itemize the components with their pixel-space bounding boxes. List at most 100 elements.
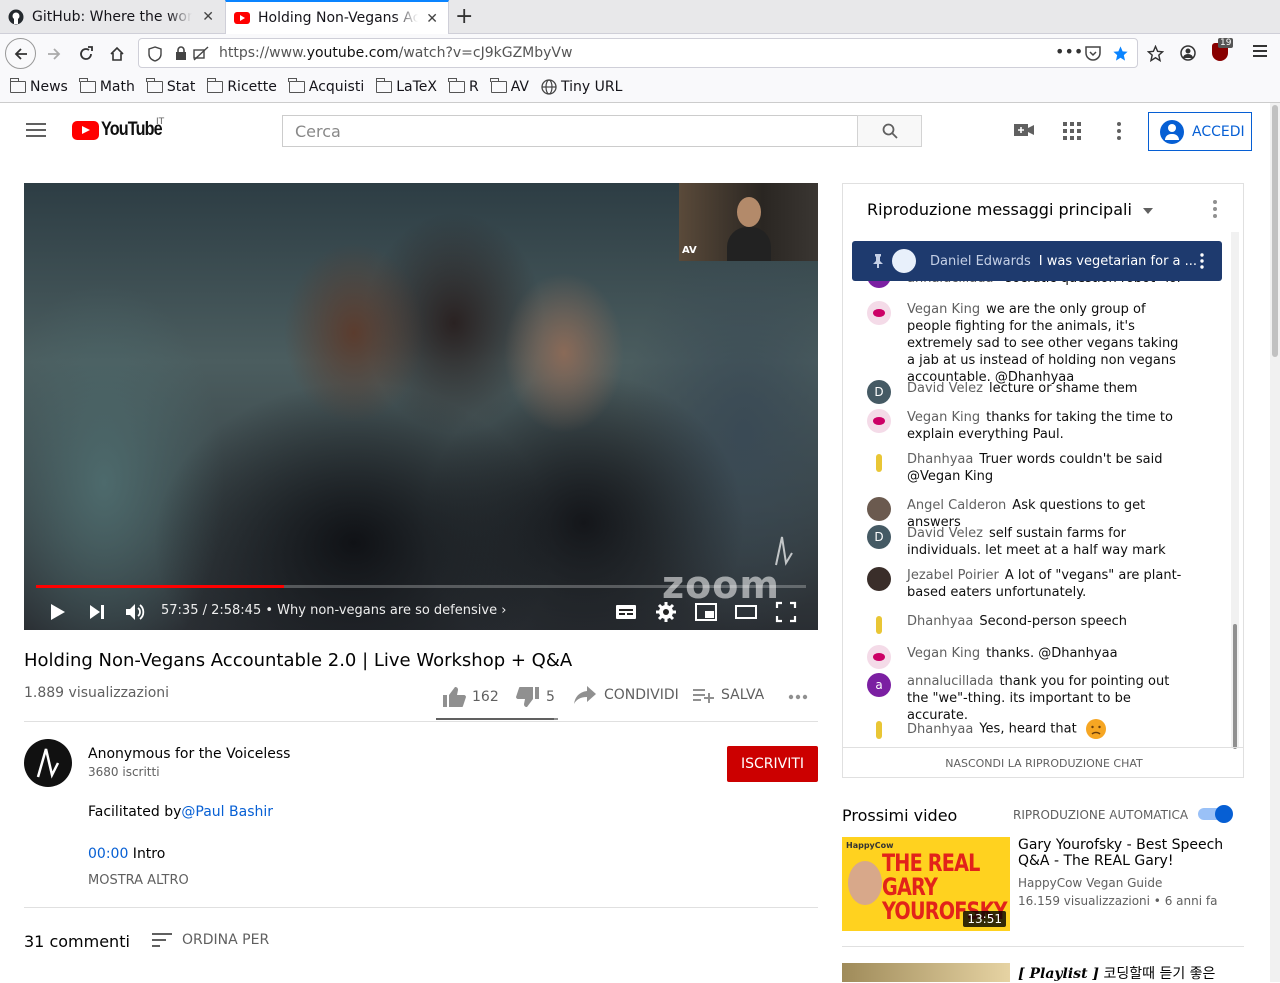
bookmark-star-icon[interactable] [1112, 45, 1129, 62]
anime-avatar [867, 645, 891, 669]
bookmark-folder-av[interactable]: AV [490, 78, 529, 95]
play-icon[interactable] [46, 601, 68, 623]
fullscreen-icon[interactable] [775, 601, 797, 623]
chat-message: a annalucillada thank you for pointing ou… [867, 673, 1187, 724]
scrollbar-thumb[interactable] [1272, 105, 1278, 357]
autoplay-toggle[interactable] [1198, 805, 1236, 823]
video-player[interactable]: AV zoom 57:35 / 2:58:45 • Why non-vegans… [24, 183, 818, 630]
sort-label: ORDINA PER [182, 932, 270, 948]
chapter-title[interactable]: Why non-vegans are so defensive [277, 603, 497, 618]
ublock-badge: 19 [1218, 38, 1234, 48]
account-icon[interactable] [1180, 45, 1196, 61]
figure-avatar [867, 718, 891, 742]
tab-youtube[interactable]: Holding Non-Vegans Accountable 2.0 | Liv… [225, 0, 449, 34]
comment-count: 31 commenti [24, 932, 130, 951]
like-button[interactable]: 162 [442, 686, 499, 708]
bookmark-folder-ricette[interactable]: Ricette [206, 78, 277, 95]
url-domain: youtube.com [306, 45, 399, 61]
more-horiz-icon[interactable] [788, 694, 808, 700]
subtitles-icon[interactable] [615, 601, 637, 623]
speaker-face [737, 197, 761, 227]
video-thumbnail[interactable]: HappyCow THE REAL GARY YOUROFSKY 13:51 [842, 837, 1010, 931]
close-tab-icon[interactable]: ✕ [202, 9, 214, 25]
hide-chat-button[interactable]: NASCONDI LA RIPRODUZIONE CHAT [843, 747, 1243, 777]
video-thumbnail[interactable] [842, 963, 1010, 982]
dislike-button[interactable]: 5 [516, 686, 555, 708]
settings-gear-icon[interactable] [655, 601, 677, 623]
tab-github[interactable]: GitHub: Where the world builds software … [0, 0, 224, 34]
bookmark-folder-latex[interactable]: LaTeX [375, 78, 437, 95]
folder-icon [375, 78, 393, 93]
recommended-video-title[interactable]: Gary Yourofsky - Best Speech Q&A - The R… [1018, 837, 1228, 869]
bookmark-folder-news[interactable]: News [9, 78, 68, 95]
channel-avatar[interactable] [24, 739, 72, 787]
tab-label: Holding Non-Vegans Accountable 2.0 | Liv… [258, 10, 418, 26]
close-tab-icon[interactable]: ✕ [426, 11, 438, 27]
save-button[interactable]: SALVA [693, 686, 764, 704]
folder-icon [288, 78, 305, 93]
chat-author: Vegan King [907, 646, 981, 661]
pinned-message[interactable]: Daniel Edwards I was vegetarian for a ..… [852, 241, 1222, 281]
progress-bar[interactable] [36, 585, 806, 588]
miniplayer-icon[interactable] [695, 601, 717, 623]
home-button[interactable] [103, 40, 131, 68]
timestamp-link[interactable]: 00:00 [88, 846, 128, 862]
chat-scrollbar[interactable] [1233, 624, 1237, 749]
playlist-add-icon [693, 689, 714, 703]
more-vert-icon[interactable] [1200, 253, 1204, 269]
mention-link[interactable]: @Paul Bashir [181, 804, 273, 820]
chat-message: D David Velez self sustain farms for indi… [867, 525, 1187, 559]
more-vert-icon[interactable] [1117, 122, 1121, 140]
create-video-icon[interactable] [1014, 122, 1034, 138]
app-menu-icon[interactable] [1253, 45, 1267, 57]
page-actions-icon[interactable]: ••• [1055, 42, 1083, 61]
subscribe-button[interactable]: ISCRIVITI [727, 746, 818, 782]
thumbs-up-icon [443, 687, 466, 707]
share-button[interactable]: CONDIVIDI [574, 686, 679, 704]
chat-mode-dropdown[interactable]: Riproduzione messaggi principali [867, 200, 1153, 219]
new-tab-button[interactable]: + [455, 4, 473, 29]
back-button[interactable] [5, 38, 36, 69]
photo-avatar [867, 567, 891, 591]
reload-button[interactable] [72, 40, 100, 68]
theater-mode-icon[interactable] [735, 601, 757, 623]
pinned-text: I was vegetarian for a ... [1038, 253, 1198, 269]
search-input[interactable]: Cerca [282, 115, 858, 147]
recommended-video-title[interactable]: [ Playlist ] 코딩할때 듣기 좋은 [1018, 963, 1215, 983]
playlist-tag: [ Playlist ] [1018, 966, 1100, 982]
disappointed-emoji-icon [1085, 719, 1106, 739]
forward-button[interactable] [40, 40, 68, 68]
volume-icon[interactable] [124, 601, 146, 623]
bookmark-folder-math[interactable]: Math [79, 78, 135, 95]
chat-author: Vegan King [907, 302, 981, 317]
bookmark-folder-acquisti[interactable]: Acquisti [288, 78, 364, 95]
guide-menu-icon[interactable] [26, 123, 46, 137]
url-prefix: https://www. [219, 45, 307, 61]
subscriber-count: 3680 iscritti [88, 765, 160, 779]
chat-more-icon[interactable] [1213, 200, 1217, 218]
dislike-count: 5 [546, 689, 555, 705]
recommended-channel[interactable]: HappyCow Vegan Guide [1018, 876, 1162, 890]
sign-in-button[interactable]: ACCEDI [1148, 112, 1252, 151]
youtube-logo[interactable]: YouTube IT [72, 117, 172, 141]
bookmark-tiny-url[interactable]: Tiny URL [541, 79, 622, 95]
bookmarks-menu-icon[interactable] [1147, 45, 1164, 62]
chat-author: Angel Calderon [907, 498, 1007, 513]
channel-name[interactable]: Anonymous for the Voiceless [88, 746, 290, 762]
chat-text: lecture or shame them [988, 381, 1138, 396]
bookmark-folder-stat[interactable]: Stat [146, 78, 195, 95]
sort-comments-button[interactable]: ORDINA PER [152, 932, 269, 948]
search-button[interactable] [857, 115, 922, 147]
page-scrollbar[interactable] [1270, 103, 1280, 982]
show-more-button[interactable]: MOSTRA ALTRO [88, 873, 189, 888]
view-count: 1.889 visualizzazioni [24, 685, 170, 701]
bookmark-folder-r[interactable]: R [448, 78, 479, 95]
url-text[interactable]: https://www.youtube.com/watch?v=cJ9kGZMb… [219, 45, 572, 61]
pocket-icon[interactable] [1085, 46, 1101, 61]
address-bar[interactable]: https://www.youtube.com/watch?v=cJ9kGZMb… [138, 38, 1138, 68]
permissions-icon[interactable] [192, 45, 210, 62]
apps-grid-icon[interactable] [1063, 122, 1081, 140]
pinned-avatar [892, 249, 916, 273]
next-icon[interactable] [86, 601, 108, 623]
chat-message: Dhanhyaa Second-person speech [867, 613, 1187, 637]
